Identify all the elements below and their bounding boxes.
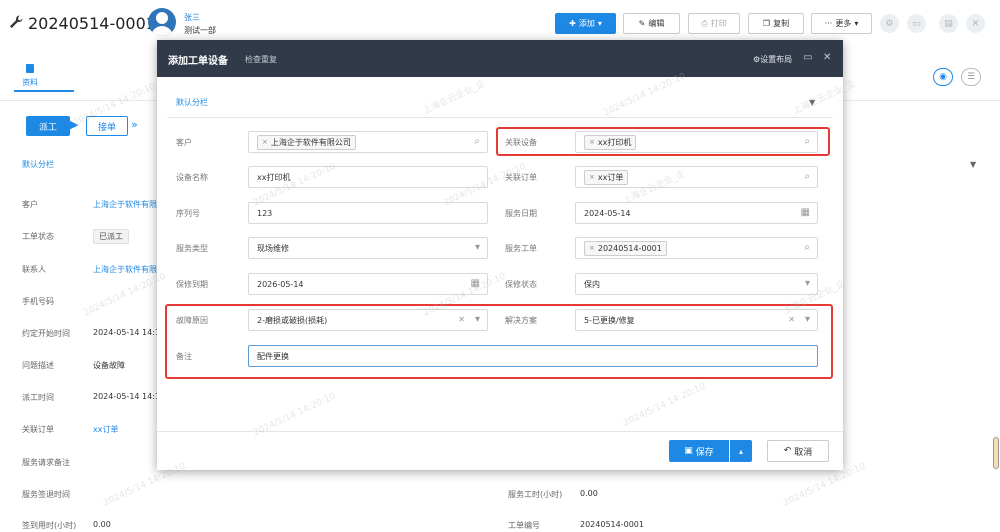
customer-field[interactable]: × 上海企于软件有限公司 ⌕ [248,131,488,153]
service-ticket-label: 服务工单 [505,244,537,253]
save-options-dropdown[interactable]: ▴ [730,440,752,462]
close-icon[interactable]: × [589,244,595,252]
device-name-label: 设备名称 [176,173,208,182]
search-icon[interactable]: ⌕ [474,136,480,147]
search-icon[interactable]: ⌕ [804,171,810,182]
service-ticket-field[interactable]: × 20240514-0001 ⌕ [575,237,818,259]
window-icon[interactable]: ▭ [803,52,812,63]
dialog-title: 添加工单设备 [168,56,228,67]
section-label: 默认分栏 [176,98,208,107]
device-name-input[interactable]: xx打印机 [248,166,488,188]
cancel-button[interactable]: ↶ 取消 [767,440,829,462]
chevron-down-icon[interactable]: ▼ [809,98,815,107]
search-icon[interactable]: ⌕ [804,242,810,253]
order-label: 关联订单 [505,173,537,182]
warranty-expiry-label: 保修到期 [176,280,208,289]
close-icon[interactable]: × [589,173,595,181]
serial-label: 序列号 [176,209,200,218]
layout-settings-button[interactable]: ⚙设置布局 [753,54,792,65]
tag: × 上海企于软件有限公司 [257,134,356,150]
undo-icon: ↶ [783,446,792,456]
customer-label: 客户 [176,138,192,147]
close-icon[interactable]: × [262,138,268,146]
add-device-dialog: 添加工单设备 检查重复 ⚙设置布局 ▭ ✕ 默认分栏 ▼ 客户 × 上海企于软件有… [157,40,843,470]
tag: × 20240514-0001 [584,240,667,256]
calendar-icon[interactable]: ▦ [801,207,810,218]
save-icon: ▣ [684,446,693,456]
close-icon[interactable]: ✕ [823,52,831,63]
service-date-field[interactable]: 2024-05-14 ▦ [575,202,818,224]
serial-input[interactable]: 123 [248,202,488,224]
chevron-down-icon: ▾ [804,278,810,289]
service-type-select[interactable]: 现场维修 ▾ [248,237,488,259]
divider [157,431,843,432]
chevron-up-icon: ▴ [738,446,743,456]
warranty-status-select[interactable]: 保内 ▾ [575,273,818,295]
warranty-expiry-field[interactable]: 2026-05-14 ▦ [248,273,488,295]
dialog-header: 添加工单设备 检查重复 ⚙设置布局 ▭ ✕ [157,40,843,77]
service-type-label: 服务类型 [176,244,208,253]
chevron-down-icon: ▾ [474,242,480,253]
highlight-box [496,127,830,156]
divider [167,117,833,118]
highlight-box [165,304,833,379]
save-button[interactable]: ▣ 保存 [669,440,729,462]
tag: × xx订单 [584,169,629,185]
check-duplicate-link[interactable]: 检查重复 [245,54,277,65]
calendar-icon[interactable]: ▦ [471,278,480,289]
order-field[interactable]: × xx订单 ⌕ [575,166,818,188]
service-date-label: 服务日期 [505,209,537,218]
warranty-status-label: 保修状态 [505,280,537,289]
